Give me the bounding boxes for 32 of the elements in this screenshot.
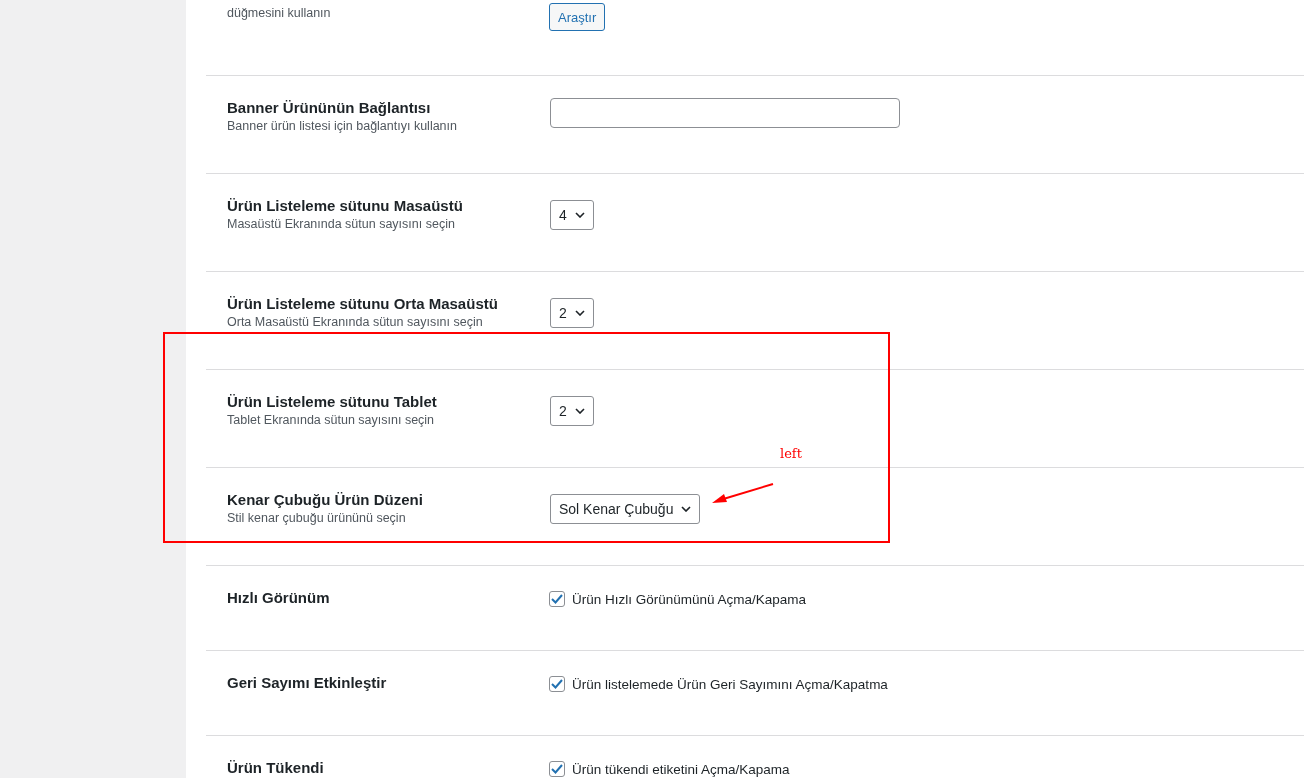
chevron-icon bbox=[574, 212, 585, 218]
checkbox-label: Ürün Hızlı Görünümünü Açma/Kapama bbox=[572, 591, 807, 607]
setting-title: Ürün Tükendi bbox=[227, 758, 325, 778]
checkbox[interactable] bbox=[549, 761, 565, 777]
setting-description: Tablet Ekranında sütun sayısını seçin bbox=[227, 412, 436, 428]
annotation-arrow bbox=[710, 482, 776, 506]
checkbox-label: Ürün listelemede Ürün Geri Sayımını Açma/Kapatma bbox=[572, 676, 888, 692]
checkbox-label: Ürün tükendi etiketini Açma/Kapama bbox=[572, 761, 790, 777]
link-input-field[interactable] bbox=[550, 98, 900, 128]
setting-description: Banner ürün listesi için bağlantıyı kullanın bbox=[227, 118, 458, 134]
setting-description: Orta Masaüstü Ekranında sütun sayısını seçin bbox=[227, 314, 484, 330]
setting-title: Kenar Çubuğu Ürün Düzeni bbox=[227, 490, 424, 510]
chevron-icon bbox=[681, 506, 692, 512]
select-dropdown[interactable]: 4 bbox=[550, 200, 594, 230]
checkbox[interactable] bbox=[549, 676, 565, 692]
setting-description: düğmesini kullanın bbox=[227, 5, 332, 21]
setting-title: Geri Sayımı Etkinleştir bbox=[227, 673, 388, 693]
select-dropdown[interactable]: Sol Kenar Çubuğu bbox=[550, 494, 701, 524]
search-button[interactable]: Araştır bbox=[549, 3, 606, 31]
setting-title: Ürün Listeleme sütunu Orta Masaüstü bbox=[227, 294, 499, 314]
setting-title: Ürün Listeleme sütunu Masaüstü bbox=[227, 196, 464, 216]
setting-title: Banner Ürününün Bağlantısı bbox=[227, 98, 432, 118]
setting-description: Masaüstü Ekranında sütun sayısını seçin bbox=[227, 216, 456, 232]
chevron-icon bbox=[574, 408, 585, 414]
setting-title: Ürün Listeleme sütunu Tablet bbox=[227, 392, 438, 412]
annotation-note: left bbox=[780, 446, 802, 461]
select-dropdown[interactable]: 2 bbox=[550, 396, 594, 426]
checkbox[interactable] bbox=[549, 591, 565, 607]
setting-title: Hızlı Görünüm bbox=[227, 588, 331, 608]
setting-description: Stil kenar çubuğu ürününü seçin bbox=[227, 510, 407, 526]
chevron-icon bbox=[574, 310, 585, 316]
select-dropdown[interactable]: 2 bbox=[550, 298, 594, 328]
